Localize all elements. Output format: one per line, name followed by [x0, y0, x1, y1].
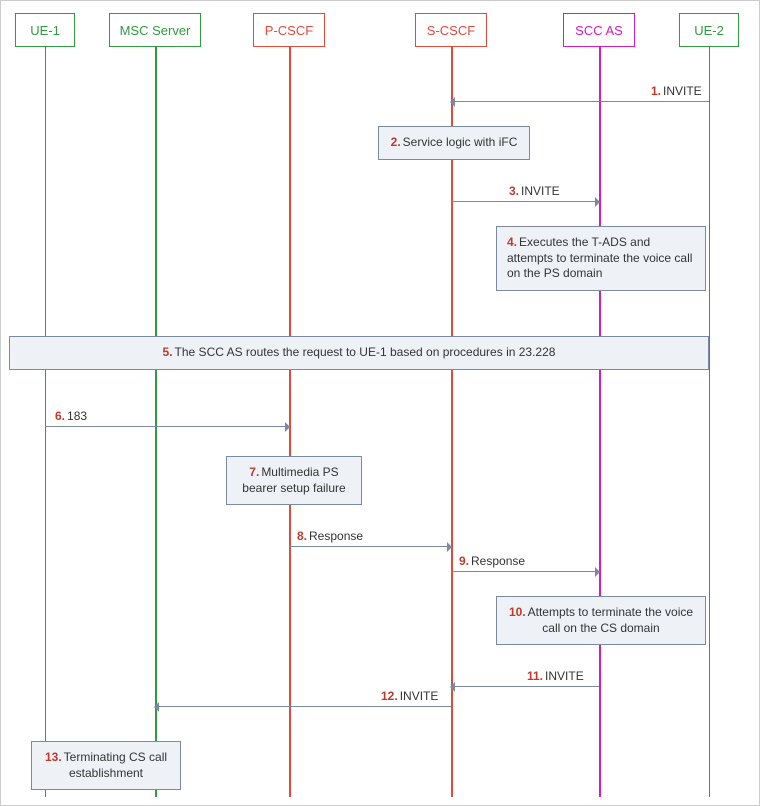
- note-5: 5.The SCC AS routes the request to UE-1 …: [9, 336, 709, 370]
- arrow-8-response: [289, 546, 451, 547]
- arrow-9-response: [451, 571, 599, 572]
- actor-ue2: UE-2: [679, 13, 739, 47]
- lifeline-ue2: [709, 47, 710, 797]
- msg-6: 6.183: [55, 409, 87, 423]
- msg-1: 1.INVITE: [651, 84, 702, 98]
- msg-12: 12.INVITE: [381, 689, 438, 703]
- arrow-6-183: [45, 426, 289, 427]
- lifeline-ue1: [45, 47, 46, 797]
- note-10: 10.Attempts to terminate the voice call …: [496, 596, 706, 645]
- msg-9: 9.Response: [459, 554, 525, 568]
- arrow-11-invite: [451, 686, 599, 687]
- actor-ue2-label: UE-2: [694, 23, 724, 38]
- msg-11: 11.INVITE: [527, 669, 584, 683]
- actor-msc-label: MSC Server: [120, 23, 191, 38]
- lifeline-sccas: [599, 47, 601, 797]
- actor-pcscf-label: P-CSCF: [265, 23, 313, 38]
- actor-sccas: SCC AS: [563, 13, 635, 47]
- arrow-1-invite: [451, 101, 709, 102]
- note-2: 2.Service logic with iFC: [378, 126, 530, 160]
- actor-pcscf: P-CSCF: [253, 13, 325, 47]
- actor-ue1-label: UE-1: [30, 23, 60, 38]
- actor-scscf-label: S-CSCF: [427, 23, 475, 38]
- arrow-12-invite: [155, 706, 451, 707]
- note-13: 13.Terminating CS call establishment: [31, 741, 181, 790]
- actor-ue1: UE-1: [15, 13, 75, 47]
- sequence-diagram: UE-1 MSC Server P-CSCF S-CSCF SCC AS UE-…: [0, 0, 760, 806]
- msg-8: 8.Response: [297, 529, 363, 543]
- arrow-3-invite: [451, 201, 599, 202]
- note-4: 4.Executes the T-ADS and attempts to ter…: [496, 226, 706, 291]
- actor-msc: MSC Server: [109, 13, 201, 47]
- lifeline-msc: [155, 47, 157, 797]
- actor-sccas-label: SCC AS: [575, 23, 623, 38]
- note-7: 7.Multimedia PS bearer setup failure: [226, 456, 362, 505]
- actor-scscf: S-CSCF: [415, 13, 487, 47]
- msg-3: 3.INVITE: [509, 184, 560, 198]
